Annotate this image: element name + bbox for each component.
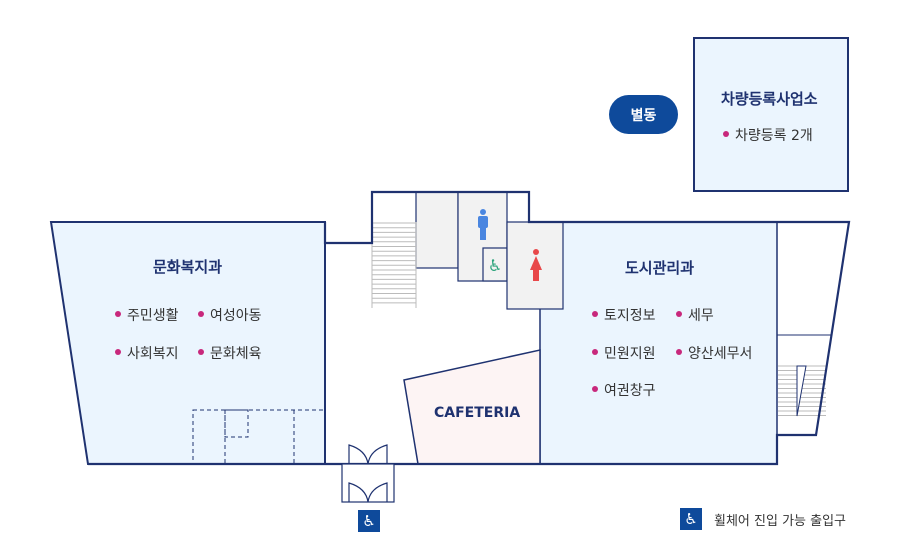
right-room-item: 양산세무서 [676, 343, 752, 363]
legend-label: 휠체어 진입 가능 출입구 [714, 514, 846, 529]
annex-item: 차량등록 2개 [723, 125, 813, 145]
wheelchair-entrance-icon: ♿ [358, 510, 380, 532]
left-room-item: 문화체육 [198, 343, 262, 363]
right-room-item: 민원지원 [592, 343, 656, 363]
stairs-right [778, 365, 826, 417]
left-room-item: 주민생활 [115, 305, 179, 325]
right-room-item: 토지정보 [592, 305, 656, 325]
main-entrance [341, 444, 395, 503]
right-room-title: 도시관리과 [625, 259, 695, 277]
wheelchair-icon: ♿ [680, 508, 702, 530]
accessible-restroom-icon: ♿ [488, 256, 502, 275]
right-room-item: 세무 [676, 305, 714, 325]
right-room-item: 여권창구 [592, 380, 656, 400]
annex-badge: 별동 [609, 95, 678, 134]
left-room-title: 문화복지과 [153, 258, 223, 276]
left-room-item: 여성아동 [198, 305, 262, 325]
annex-title: 차량등록사업소 [721, 90, 818, 108]
stairs-left [371, 222, 417, 308]
cafeteria-label: CAFETERIA [434, 405, 521, 421]
left-room-item: 사회복지 [115, 343, 179, 363]
utility-room [415, 191, 459, 269]
annex-building [693, 37, 849, 192]
floor-plan: ♿ [49, 37, 851, 503]
